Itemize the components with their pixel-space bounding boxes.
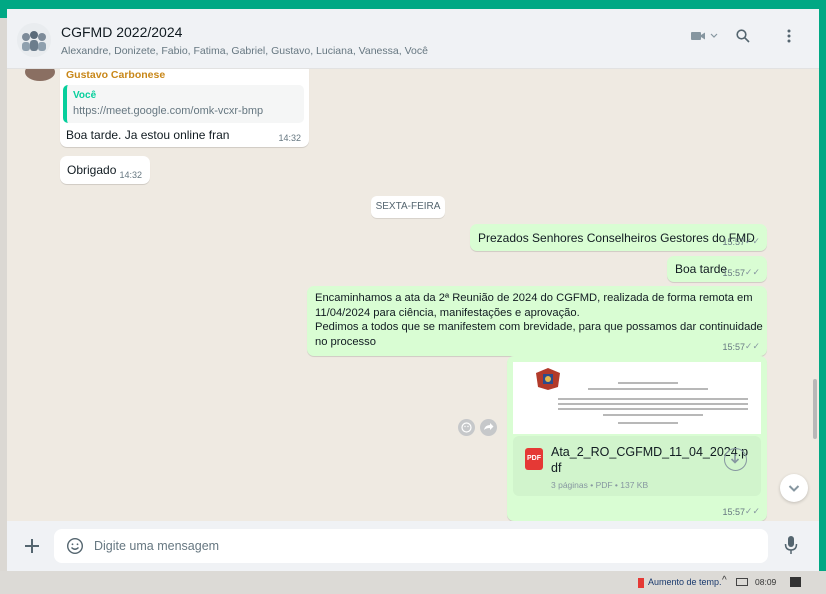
taskbar-clock[interactable]: 08:09 [755, 577, 776, 587]
outgoing-document-message[interactable]: PDF Ata_2_RO_CGFMD_11_04_2024.p df 3 pág… [507, 356, 767, 521]
emoji-icon [461, 422, 472, 433]
chat-header[interactable]: CGFMD 2022/2024 Alexandre, Donizete, Fab… [7, 9, 819, 69]
plus-icon [25, 539, 39, 553]
voice-message-button[interactable] [784, 535, 798, 560]
message-text: Prezados Senhores Conselheiros Gestores … [478, 231, 755, 245]
document-meta: 3 páginas • PDF • 137 KB [551, 480, 649, 490]
download-button[interactable] [724, 448, 747, 471]
attach-button[interactable] [23, 537, 41, 560]
sender-name: Gustavo Carbonese [66, 69, 166, 81]
document-name: Ata_2_RO_CGFMD_11_04_2024.p df [551, 444, 748, 476]
message-placeholder: Digite uma mensagem [94, 539, 220, 553]
menu-icon [787, 29, 791, 43]
message-input[interactable]: Digite uma mensagem [54, 529, 768, 563]
pdf-preview[interactable] [513, 362, 761, 434]
doc-text-line [603, 414, 703, 416]
forward-button[interactable] [480, 419, 497, 436]
group-avatar-image [17, 23, 51, 57]
outgoing-message[interactable]: Prezados Senhores Conselheiros Gestores … [470, 224, 767, 251]
read-check-icon: ✓✓ [744, 267, 760, 277]
display-icon[interactable] [736, 578, 748, 586]
whatsapp-window: CGFMD 2022/2024 Alexandre, Donizete, Fab… [7, 9, 819, 571]
tray-chevron-icon[interactable]: ^ [722, 575, 727, 586]
chat-title: CGFMD 2022/2024 [61, 24, 183, 40]
doc-text-line [618, 422, 678, 424]
outgoing-message-long[interactable]: Encaminhamos a ata da 2ª Reunião de 2024… [307, 286, 767, 356]
message-time: 15:57 [722, 237, 745, 247]
message-body: Encaminhamos a ata da 2ª Reunião de 2024… [315, 291, 763, 349]
search-button[interactable] [736, 29, 750, 46]
emoji-icon [66, 537, 84, 555]
document-name-line: Ata_2_RO_CGFMD_11_04_2024.p [551, 445, 749, 459]
thermometer-icon [638, 578, 644, 588]
quoted-message[interactable]: Você https://meet.google.com/omk-vcxr-bm… [63, 85, 304, 123]
incoming-message[interactable]: Obrigado 14:32 [60, 156, 150, 184]
message-time: 15:57 [722, 342, 745, 352]
coat-of-arms-icon [536, 368, 560, 390]
doc-text-line [558, 408, 748, 410]
message-line: Pedimos a todos que se manifestem com br… [315, 321, 763, 333]
search-icon [736, 29, 750, 43]
window-edge [819, 18, 826, 571]
message-text: Boa tarde [675, 262, 728, 276]
chat-members: Alexandre, Donizete, Fabio, Fatima, Gabr… [61, 45, 428, 57]
composer-bar: Digite uma mensagem [7, 521, 819, 571]
video-call-button[interactable] [691, 29, 719, 46]
doc-text-line [588, 388, 708, 390]
message-line: no processo [315, 335, 376, 348]
read-check-icon: ✓✓ [744, 341, 760, 351]
doc-text-line [558, 403, 748, 405]
document-name-line: df [551, 461, 562, 475]
sender-avatar [25, 69, 55, 81]
scroll-down-button[interactable] [780, 474, 808, 502]
mic-icon [784, 536, 798, 554]
doc-text-line [558, 398, 748, 400]
download-icon [730, 454, 740, 464]
chevron-down-icon [788, 485, 800, 492]
document-info[interactable]: PDF Ata_2_RO_CGFMD_11_04_2024.p df 3 pág… [513, 436, 761, 496]
message-time: 14:32 [119, 170, 142, 180]
system-taskbar: Aumento de temp. ^ 08:09 [0, 571, 826, 594]
message-text: Obrigado [67, 163, 117, 177]
reaction-button[interactable] [458, 419, 475, 436]
read-check-icon: ✓✓ [744, 236, 760, 246]
message-line: Encaminhamos a ata da 2ª Reunião de 2024… [315, 292, 753, 304]
menu-button[interactable] [787, 29, 791, 46]
message-text: Boa tarde. Ja estou online fran [66, 128, 230, 142]
chat-area[interactable]: Gustavo Carbonese Você https://meet.goog… [7, 69, 819, 521]
chat-scrollbar[interactable] [813, 379, 817, 439]
weather-status[interactable]: Aumento de temp. [648, 577, 722, 587]
group-avatar[interactable] [17, 23, 51, 57]
video-call-icon [691, 32, 718, 40]
read-check-icon: ✓✓ [744, 506, 760, 516]
quoted-text: https://meet.google.com/omk-vcxr-bmp [73, 105, 264, 117]
doc-text-line [618, 382, 678, 384]
emoji-button[interactable] [66, 537, 84, 560]
message-time: 14:32 [278, 133, 301, 143]
forward-icon [484, 423, 494, 430]
message-time: 15:57 [722, 507, 745, 517]
message-time: 15:57 [722, 268, 745, 278]
pdf-icon: PDF [525, 448, 543, 470]
date-separator: SEXTA-FEIRA [371, 196, 445, 218]
incoming-message-reply[interactable]: Gustavo Carbonese Você https://meet.goog… [60, 69, 309, 147]
quoted-author: Você [73, 90, 97, 101]
outgoing-message[interactable]: Boa tarde 15:57 ✓✓ [667, 256, 767, 282]
notification-icon[interactable] [790, 577, 801, 587]
message-line: 11/04/2024 para ciência, manifestações e… [315, 306, 580, 319]
